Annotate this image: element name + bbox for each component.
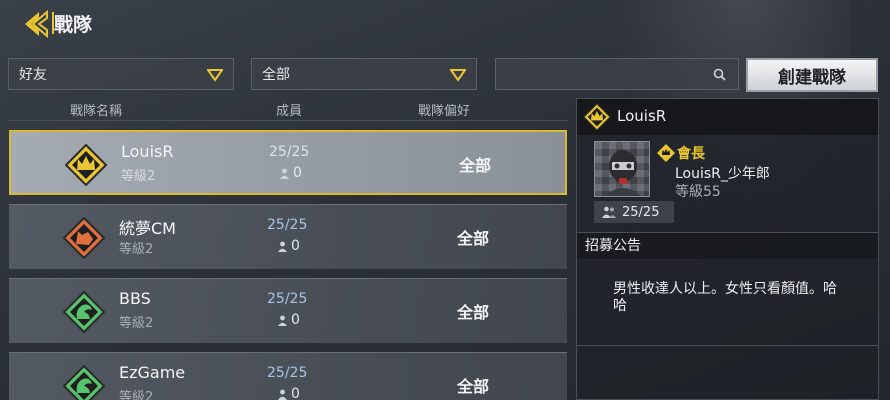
- dragon-emblem-icon: [63, 365, 105, 400]
- leader-role-label: 會長: [677, 146, 705, 162]
- pending-count: 0: [293, 165, 302, 181]
- member-count-value: 25/25: [622, 204, 660, 220]
- column-header-name: 戰隊名稱: [70, 104, 123, 119]
- page-title: 戰隊: [54, 14, 93, 36]
- pending-count: 0: [291, 238, 300, 254]
- relation-dropdown-value: 好友: [19, 67, 47, 83]
- team-members: 25/25: [267, 217, 308, 233]
- relation-dropdown[interactable]: 好友: [8, 58, 234, 90]
- detail-header: LouisR: [577, 99, 878, 135]
- soldier-portrait-icon: [595, 142, 649, 196]
- team-members: 25/25: [267, 291, 308, 307]
- team-members: 25/25: [267, 365, 308, 381]
- team-pending: 0: [277, 238, 300, 254]
- column-divider: [8, 120, 568, 121]
- team-pending: 0: [279, 165, 302, 181]
- leader-level: 等級55: [675, 184, 721, 200]
- preference-dropdown-value: 全部: [262, 67, 290, 83]
- column-header-members: 成員: [276, 104, 303, 119]
- team-preference: 全部: [459, 156, 492, 175]
- header: 戰隊: [0, 0, 890, 48]
- members-icon: [602, 206, 616, 218]
- leader-name[interactable]: LouisR_少年郎: [675, 163, 770, 183]
- pending-count: 0: [291, 386, 300, 400]
- member-count-badge: 25/25: [594, 201, 674, 223]
- back-button[interactable]: [20, 8, 52, 40]
- crown-emblem-icon: [65, 144, 107, 186]
- team-preference: 全部: [457, 303, 490, 322]
- team-name: LouisR: [121, 142, 174, 161]
- team-level: 等級2: [119, 242, 154, 257]
- crown-emblem-icon: [583, 103, 611, 131]
- team-members: 25/25: [269, 144, 310, 160]
- team-pending: 0: [277, 386, 300, 400]
- recruit-announcement: 男性收達人以上。女性只看顏值。哈哈: [613, 281, 837, 314]
- recruit-title: 招募公告: [577, 233, 878, 259]
- team-level: 等級2: [121, 169, 156, 184]
- divider: [577, 345, 878, 346]
- team-level: 等級2: [119, 390, 154, 400]
- preference-dropdown[interactable]: 全部: [251, 58, 477, 90]
- dragon-emblem-icon: [63, 291, 105, 333]
- team-row-cm[interactable]: 統夢CM 等級2 25/25 0 全部: [9, 204, 567, 269]
- team-name: 統夢CM: [119, 219, 176, 238]
- person-icon: [278, 241, 287, 252]
- team-name: EzGame: [119, 363, 186, 382]
- pending-count: 0: [291, 312, 300, 328]
- person-icon: [280, 168, 289, 179]
- team-row-bbs[interactable]: BBS 等級2 25/25 0 全部: [9, 278, 567, 343]
- dropdown-arrow-icon: [207, 69, 223, 82]
- leader-badge-icon: [657, 144, 675, 162]
- dropdown-arrow-icon: [450, 69, 466, 82]
- leader-avatar[interactable]: [594, 141, 650, 197]
- person-icon: [278, 389, 287, 400]
- team-name: BBS: [119, 289, 151, 308]
- team-pending: 0: [277, 312, 300, 328]
- wolf-emblem-icon: [63, 217, 105, 259]
- person-icon: [278, 315, 287, 326]
- team-row-louisr[interactable]: LouisR 等級2 25/25 0 全部: [9, 130, 567, 195]
- team-level: 等級2: [119, 316, 154, 331]
- search-input[interactable]: [495, 58, 739, 90]
- team-row-ezgame[interactable]: EzGame 等級2 25/25 0 全部: [9, 352, 567, 400]
- team-detail-panel: LouisR 會長 LouisR_少年郎 等級55 25/25 招募公告 男性收…: [576, 98, 879, 400]
- column-header-preference: 戰隊偏好: [418, 104, 471, 119]
- back-arrow-icon: [25, 9, 48, 39]
- create-team-button[interactable]: 創建戰隊: [746, 58, 878, 92]
- detail-team-name: LouisR: [617, 107, 667, 125]
- search-icon: [713, 68, 726, 81]
- team-preference: 全部: [457, 229, 490, 248]
- team-preference: 全部: [457, 377, 490, 396]
